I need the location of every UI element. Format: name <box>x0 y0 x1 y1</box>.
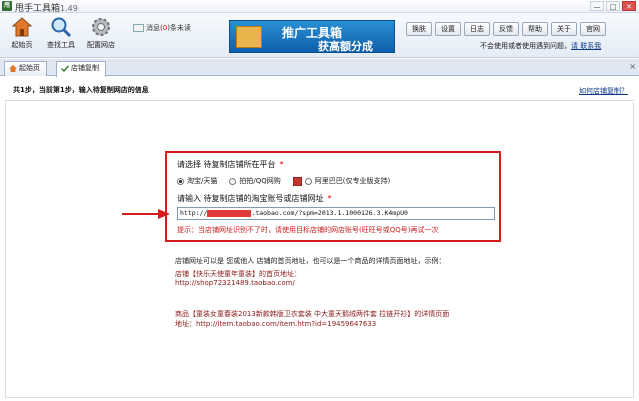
info-line-3[interactable]: http://shop72321489.taobao.com/ <box>175 279 295 287</box>
url-label: 请输入 待复制店铺的淘宝账号或店铺网址 <box>177 194 324 203</box>
step-header: 共1步，当前第1步，输入待复制网店的信息 如何店铺复制？ <box>5 77 634 101</box>
top-button-group: 换肤 设置 日志 反馈 帮助 关于 官网 <box>406 22 606 36</box>
url-prefix: http:// <box>180 209 208 217</box>
app-icon: 甩 <box>2 1 12 11</box>
info-line-5[interactable]: 地址：http://item.taobao.com/item.htm?id=19… <box>175 319 376 329</box>
info-line-4: 商品【童装女童春装2013新款韩版卫衣套装 中大童天鹅绒两件套 拉链开衫】的详情… <box>175 310 450 318</box>
help-button[interactable]: 帮助 <box>522 22 548 36</box>
check-icon <box>61 64 69 72</box>
url-question: 请输入 待复制店铺的淘宝账号或店铺网址 * <box>177 193 332 204</box>
feedback-button[interactable]: 反馈 <box>493 22 519 36</box>
shop-source-form: 请选择 待复制店铺所在平台 * 淘宝/天猫 拍拍/QQ网购 阿里巴巴(仅专业版支持… <box>165 151 501 242</box>
platform-radio-group: 淘宝/天猫 拍拍/QQ网购 阿里巴巴(仅专业版支持) <box>177 176 402 186</box>
support-note: 不会使用或者使用遇到问题，请 联系我 <box>480 41 601 51</box>
tab-shop-copy-label: 店铺复制 <box>71 64 99 72</box>
promo-line2: 获高额分成 <box>318 40 373 53</box>
redaction-mark <box>207 209 252 217</box>
platform-question: 请选择 待复制店铺所在平台 * <box>177 159 284 170</box>
radio-dot[interactable] <box>177 177 184 185</box>
close-tab-icon[interactable]: × <box>629 62 636 71</box>
info-line-1: 店铺网址可以是 您或他人 店铺的首页地址，也可以是一个商品的详情页面地址，示例： <box>175 257 446 265</box>
tab-shop-copy[interactable]: 店铺复制 <box>56 61 106 77</box>
promo-banner[interactable]: 推广工具箱 获高额分成 <box>229 20 395 53</box>
log-button[interactable]: 日志 <box>464 22 490 36</box>
content-panel <box>5 102 634 398</box>
required-mark: * <box>279 160 284 169</box>
title-bar: 甩 甩手工具箱1.49 — □ ✕ <box>0 0 639 14</box>
arrow-right-icon <box>122 209 170 219</box>
help-link[interactable]: 如何店铺复制？ <box>579 86 628 96</box>
url-suffix: .taobao.com/?spm=2013.1.1000126.3.K4mpU0 <box>251 209 408 217</box>
maximize-button[interactable]: □ <box>606 1 620 11</box>
window-controls: — □ ✕ <box>590 1 636 11</box>
main-toolbar: 起始页 查找工具 配置网店 消息(0)条未读 推广工具箱 获高额分成 换肤 设置… <box>0 13 639 58</box>
toolbar-config-button[interactable]: 配置网店 <box>83 16 119 50</box>
window-version: 1.49 <box>60 4 78 13</box>
info-line-2: 店铺【快乐天使童年童装】的首页地址： <box>175 270 301 278</box>
message-prefix: 消息( <box>146 24 163 32</box>
url-tip: 提示：当店铺网址识别不了时，请使用目标店铺的网店账号(旺旺号或QQ号)再试一次 <box>177 226 439 234</box>
toolbar-home-button[interactable]: 起始页 <box>4 16 40 50</box>
tab-start-page[interactable]: 起始页 <box>4 61 47 76</box>
website-button[interactable]: 官网 <box>580 22 606 36</box>
radio-label: 拍拍/QQ网购 <box>239 177 281 185</box>
pro-badge-icon <box>292 176 302 186</box>
mail-icon <box>133 24 144 32</box>
message-suffix: )条未读 <box>167 24 191 32</box>
radio-dot[interactable] <box>229 177 237 185</box>
required-mark: * <box>327 194 332 203</box>
radio-label: 阿里巴巴(仅专业版支持) <box>314 177 391 185</box>
toolbar-search-button[interactable]: 查找工具 <box>43 16 79 50</box>
radio-alibaba[interactable]: 阿里巴巴(仅专业版支持) <box>292 176 391 186</box>
platform-label: 请选择 待复制店铺所在平台 <box>177 160 276 169</box>
toolbar-home-label: 起始页 <box>11 41 33 49</box>
search-icon <box>51 17 72 38</box>
tab-bar: 起始页 店铺复制 × <box>0 59 639 77</box>
support-note-text: 不会使用或者使用遇到问题， <box>480 42 571 50</box>
home-icon <box>9 64 17 72</box>
radio-label: 淘宝/天猫 <box>187 177 218 185</box>
tab-start-label: 起始页 <box>19 64 40 72</box>
gift-box-icon <box>236 26 262 48</box>
toolbar-config-label: 配置网店 <box>87 41 115 49</box>
radio-dot[interactable] <box>304 177 312 185</box>
step-text: 共1步，当前第1步，输入待复制网店的信息 <box>13 86 149 94</box>
radio-taobao[interactable]: 淘宝/天猫 <box>177 176 217 186</box>
settings-button[interactable]: 设置 <box>435 22 461 36</box>
contact-link[interactable]: 请 联系我 <box>571 42 601 50</box>
home-icon <box>11 17 33 37</box>
radio-paipai[interactable]: 拍拍/QQ网购 <box>229 176 281 186</box>
minimize-button[interactable]: — <box>590 1 604 11</box>
about-button[interactable]: 关于 <box>551 22 577 36</box>
close-button[interactable]: ✕ <box>622 1 636 11</box>
skin-button[interactable]: 换肤 <box>406 22 432 36</box>
message-indicator[interactable]: 消息(0)条未读 <box>133 23 191 33</box>
shop-url-input[interactable]: http:// .taobao.com/?spm=2013.1.1000126.3… <box>177 207 495 220</box>
toolbar-search-label: 查找工具 <box>47 41 75 49</box>
gear-icon <box>92 18 110 36</box>
